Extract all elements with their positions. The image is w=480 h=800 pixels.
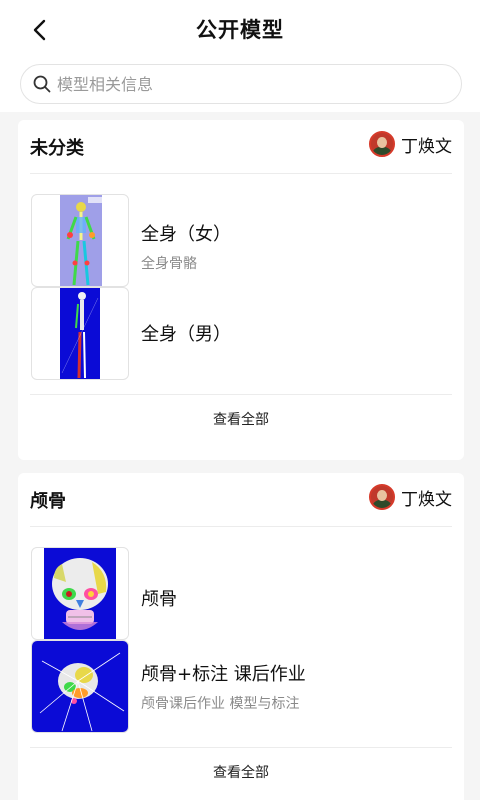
model-subtitle: 全身骨骼 [141, 256, 197, 272]
group-title: 未分类 [30, 138, 84, 159]
model-item[interactable]: 颅骨 [30, 527, 452, 640]
group-header: 颅骨 丁焕文 [30, 473, 452, 527]
owner-name: 丁焕文 [401, 489, 452, 510]
view-all-button[interactable]: 查看全部 [30, 747, 452, 793]
model-group-card: 未分类 丁焕文 全身（女） 全身骨骼 全身（男） 查看全部 [18, 120, 464, 460]
model-title: 全身（女） [141, 224, 231, 245]
group-title: 颅骨 [30, 491, 66, 512]
group-owner[interactable]: 丁焕文 [369, 484, 452, 510]
model-thumbnail [31, 287, 129, 380]
model-item[interactable]: 全身（女） 全身骨骼 [30, 174, 452, 287]
model-thumbnail [31, 547, 129, 640]
model-item[interactable]: 全身（男） [30, 280, 452, 386]
model-title: 颅骨 [141, 589, 177, 610]
model-subtitle: 颅骨课后作业 模型与标注 [141, 696, 300, 712]
search-bar[interactable] [20, 64, 462, 104]
avatar [369, 484, 395, 510]
view-all-button[interactable]: 查看全部 [30, 394, 452, 440]
model-thumbnail [31, 194, 129, 287]
search-input[interactable] [57, 74, 437, 94]
avatar [369, 131, 395, 157]
model-thumbnail [31, 640, 129, 733]
group-owner[interactable]: 丁焕文 [369, 131, 452, 157]
group-header: 未分类 丁焕文 [30, 120, 452, 174]
model-item[interactable]: 颅骨+标注 课后作业 颅骨课后作业 模型与标注 [30, 633, 452, 739]
search-icon [33, 75, 51, 93]
model-title: 颅骨+标注 课后作业 [141, 664, 306, 685]
page-title: 公开模型 [196, 18, 284, 42]
model-group-card: 颅骨 丁焕文 颅骨 颅骨+标注 课后作业 颅骨课后作业 模型与标注 查看全部 [18, 473, 464, 800]
app-header: 公开模型 [0, 0, 480, 112]
model-title: 全身（男） [141, 324, 231, 345]
owner-name: 丁焕文 [401, 136, 452, 157]
